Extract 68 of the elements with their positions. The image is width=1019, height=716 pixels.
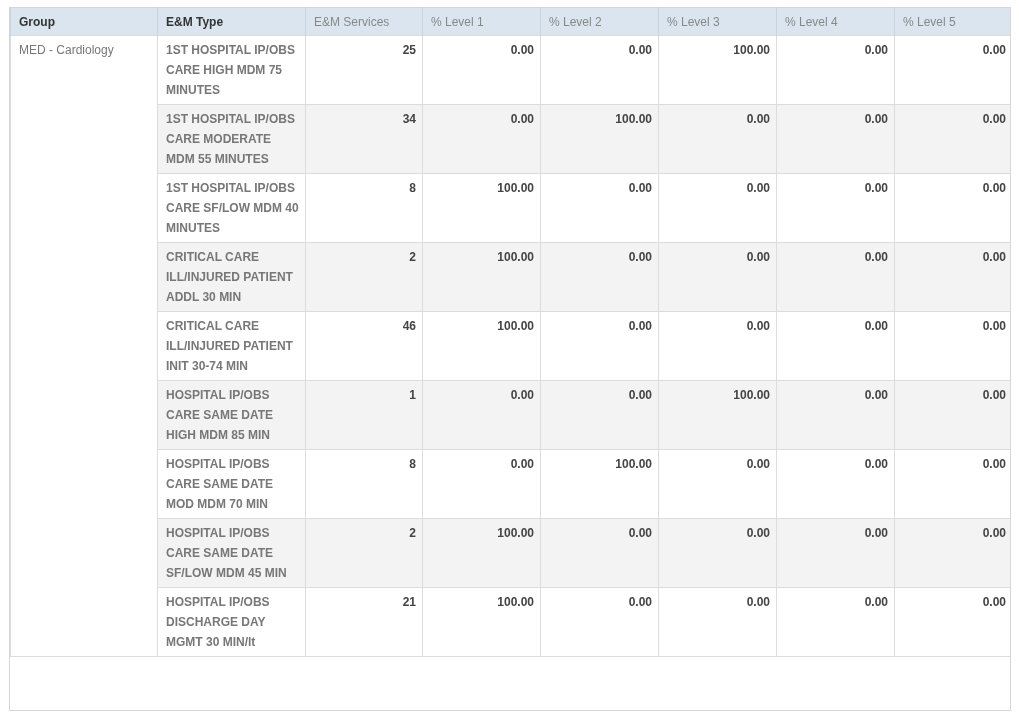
table-cell: 0.00 (658, 173, 777, 243)
table-cell: CRITICAL CARE ILL/INJURED PATIENT INIT 30-74 MIN (157, 311, 306, 381)
table-cell: 0.00 (540, 518, 659, 588)
table-cell: 100.00 (658, 380, 777, 450)
table-cell: 0.00 (540, 587, 659, 657)
table-cell: 0.00 (422, 104, 541, 174)
table-cell: MED - Cardiology (10, 35, 158, 657)
table-cell: 1 (305, 380, 423, 450)
table-cell: 2 (305, 242, 423, 312)
table-cell: 0.00 (422, 35, 541, 105)
column-header[interactable]: % Level 3 (658, 7, 777, 36)
table-cell: 0.00 (658, 449, 777, 519)
table-cell: 0.00 (894, 242, 1010, 312)
table-cell: 100.00 (422, 173, 541, 243)
table-cell: HOSPITAL IP/OBS CARE SAME DATE HIGH MDM 85 MIN (157, 380, 306, 450)
table-cell: 8 (305, 173, 423, 243)
table-cell: 0.00 (422, 449, 541, 519)
table-cell: 2 (305, 518, 423, 588)
table-cell: 0.00 (776, 311, 895, 381)
table-cell: 25 (305, 35, 423, 105)
table-cell: HOSPITAL IP/OBS DISCHARGE DAY MGMT 30 MIN/lt (157, 587, 306, 657)
table-cell: 46 (305, 311, 423, 381)
column-header[interactable]: Group (10, 7, 158, 36)
table-cell: 34 (305, 104, 423, 174)
table-cell: 0.00 (776, 518, 895, 588)
table-cell: 0.00 (540, 242, 659, 312)
table-cell: 0.00 (776, 380, 895, 450)
table-cell: 0.00 (658, 518, 777, 588)
table-cell: 0.00 (540, 35, 659, 105)
table-cell: 100.00 (540, 104, 659, 174)
table-cell: 100.00 (422, 242, 541, 312)
table-cell: 21 (305, 587, 423, 657)
table-cell: 0.00 (540, 311, 659, 381)
column-header[interactable]: % Level 2 (540, 7, 659, 36)
table-cell: 0.00 (658, 587, 777, 657)
table-cell: 100.00 (422, 518, 541, 588)
table-cell: 0.00 (776, 35, 895, 105)
table-cell: 1ST HOSPITAL IP/OBS CARE MODERATE MDM 55 MINUTES (157, 104, 306, 174)
table-cell: 0.00 (658, 242, 777, 312)
column-header[interactable]: % Level 1 (422, 7, 541, 36)
table-cell: 1ST HOSPITAL IP/OBS CARE SF/LOW MDM 40 MINUTES (157, 173, 306, 243)
table-cell: 1ST HOSPITAL IP/OBS CARE HIGH MDM 75 MINUTES (157, 35, 306, 105)
table-cell: 100.00 (658, 35, 777, 105)
table-cell: 0.00 (894, 518, 1010, 588)
table-cell: 100.00 (540, 449, 659, 519)
table-cell: 0.00 (658, 311, 777, 381)
table-cell: 0.00 (894, 35, 1010, 105)
table-cell: 100.00 (422, 587, 541, 657)
column-header[interactable]: E&M Type (157, 7, 306, 36)
table-cell: 0.00 (894, 380, 1010, 450)
column-header[interactable]: E&M Services (305, 7, 423, 36)
column-header[interactable]: % Level 4 (776, 7, 895, 36)
table-cell: 0.00 (776, 104, 895, 174)
table-cell: 0.00 (540, 380, 659, 450)
table-cell: 0.00 (776, 173, 895, 243)
table-cell: 0.00 (776, 242, 895, 312)
table-cell: 0.00 (776, 449, 895, 519)
table-cell: 8 (305, 449, 423, 519)
table-cell: 0.00 (894, 104, 1010, 174)
table-cell: 0.00 (658, 104, 777, 174)
table-cell: CRITICAL CARE ILL/INJURED PATIENT ADDL 30 MIN (157, 242, 306, 312)
table-cell: 0.00 (422, 380, 541, 450)
table-cell: HOSPITAL IP/OBS CARE SAME DATE MOD MDM 70 MIN (157, 449, 306, 519)
table-cell: HOSPITAL IP/OBS CARE SAME DATE SF/LOW MDM 45 MIN (157, 518, 306, 588)
table-cell: 100.00 (422, 311, 541, 381)
table-cell: 0.00 (540, 173, 659, 243)
table-cell: 0.00 (776, 587, 895, 657)
column-header[interactable]: % Level 5 (894, 7, 1010, 36)
